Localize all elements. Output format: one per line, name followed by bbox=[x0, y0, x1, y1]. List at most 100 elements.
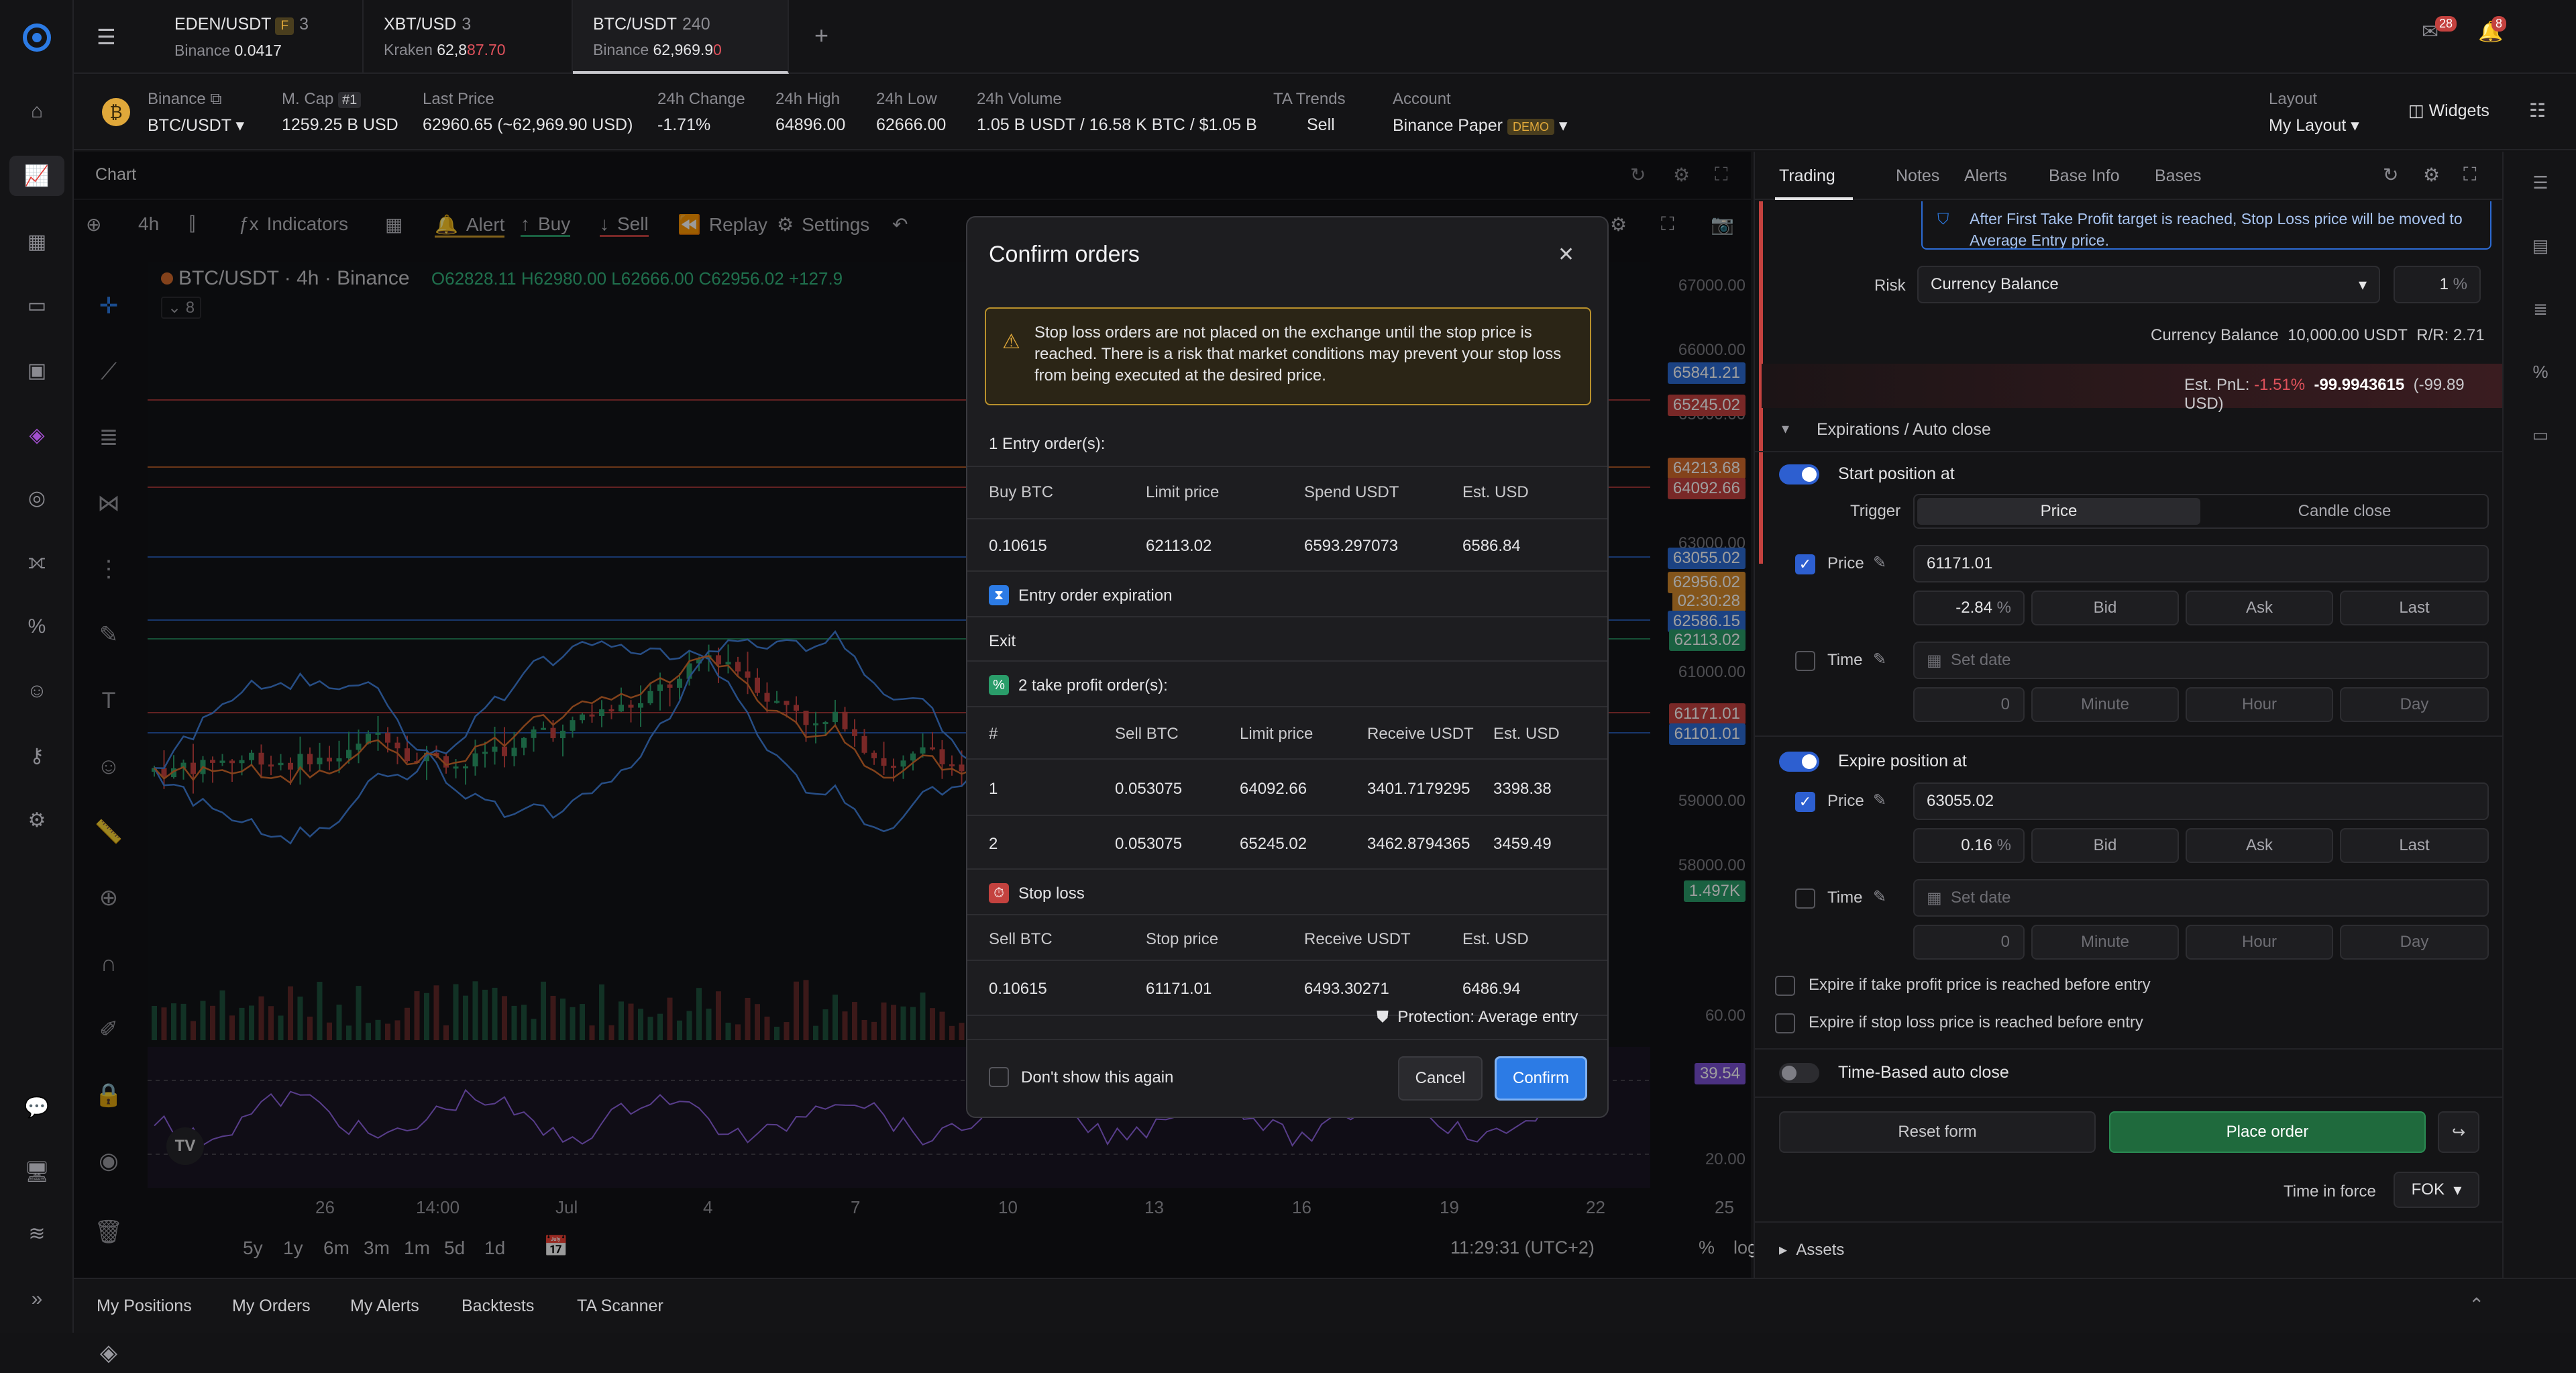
cancel-button[interactable]: Cancel bbox=[1398, 1056, 1483, 1101]
bot-icon[interactable]: ◈ bbox=[0, 415, 74, 455]
expire-minute-button[interactable]: Minute bbox=[2031, 925, 2179, 960]
layout-selector[interactable]: Layout My Layout ▾ bbox=[2269, 90, 2359, 136]
layers-icon[interactable]: ◈ bbox=[89, 1333, 129, 1373]
strategy-icon[interactable]: ⟗ bbox=[0, 542, 74, 582]
start-price-input[interactable]: 61171.01 bbox=[1913, 545, 2489, 582]
confirm-button[interactable]: Confirm bbox=[1495, 1056, 1587, 1101]
place-order-button[interactable]: Place order bbox=[2109, 1111, 2426, 1153]
expire-day-button[interactable]: Day bbox=[2340, 925, 2489, 960]
tab-exchange: Kraken bbox=[384, 41, 433, 58]
grid-icon[interactable]: ▦ bbox=[0, 221, 74, 262]
wallet-icon[interactable]: ▣ bbox=[0, 350, 74, 391]
start-offset-input[interactable]: 0 bbox=[1913, 687, 2025, 722]
start-hour-button[interactable]: Hour bbox=[2186, 687, 2333, 722]
ta-trends[interactable]: TA Trends Sell bbox=[1273, 90, 1346, 135]
add-tab-icon[interactable]: + bbox=[814, 21, 828, 50]
time-in-force-select[interactable]: FOK ▾ bbox=[2394, 1172, 2479, 1208]
home-icon[interactable]: ⌂ bbox=[0, 91, 74, 132]
tab-alerts[interactable]: Alerts bbox=[1964, 166, 2007, 186]
tab-eden-usdt[interactable]: EDEN/USDT F 3 Binance 0.0417 bbox=[154, 0, 364, 74]
symbol-selector[interactable]: Binance ⧉ BTC/USDT ▾ bbox=[148, 90, 244, 136]
percent-icon[interactable]: % bbox=[0, 607, 74, 647]
risk-select[interactable]: Currency Balance ▾ bbox=[1917, 266, 2380, 303]
tab-my-alerts[interactable]: My Alerts bbox=[350, 1296, 419, 1316]
edit-icon[interactable]: ✎ bbox=[1873, 553, 1886, 572]
time-auto-close-toggle[interactable] bbox=[1779, 1063, 1819, 1083]
settings-icon[interactable]: ⚙ bbox=[0, 800, 74, 840]
widgets-button[interactable]: ◫ Widgets bbox=[2408, 101, 2489, 121]
start-day-button[interactable]: Day bbox=[2340, 687, 2489, 722]
monitor-icon[interactable]: ▭ bbox=[0, 285, 74, 325]
expire-bid-button[interactable]: Bid bbox=[2031, 828, 2179, 863]
refresh-icon[interactable]: ↻ bbox=[2383, 164, 2398, 186]
list-icon[interactable]: ☰ bbox=[2504, 162, 2576, 203]
start-percent-input[interactable]: -2.84 % bbox=[1913, 591, 2025, 625]
account-selector[interactable]: Account Binance Paper DEMO ▾ bbox=[1393, 90, 1567, 136]
messages-icon[interactable]: ✉ 28 bbox=[2422, 16, 2457, 44]
expire-position-toggle[interactable] bbox=[1779, 752, 1819, 772]
key-icon[interactable]: ⚷ bbox=[0, 735, 74, 776]
risk-percent-input[interactable]: 1 % bbox=[2394, 266, 2481, 303]
external-link-icon[interactable]: ⧉ bbox=[210, 90, 221, 108]
tab-my-orders[interactable]: My Orders bbox=[232, 1296, 311, 1316]
menu-icon[interactable]: ☰ bbox=[97, 24, 116, 50]
tab-notes[interactable]: Notes bbox=[1896, 166, 1939, 186]
expire-price-checkbox[interactable]: ✓ bbox=[1795, 792, 1815, 812]
expire-tp-checkbox[interactable] bbox=[1775, 976, 1795, 996]
trigger-price-option[interactable]: Price bbox=[1917, 498, 2200, 525]
trigger-candle-option[interactable]: Candle close bbox=[2203, 498, 2486, 525]
gear-icon[interactable]: ⚙ bbox=[2423, 164, 2440, 186]
expire-percent-input[interactable]: 0.16 % bbox=[1913, 828, 2025, 863]
assets-section-header[interactable]: ▸ Assets bbox=[1779, 1240, 1844, 1260]
share-icon[interactable]: ↪ bbox=[2438, 1111, 2479, 1153]
start-price-checkbox[interactable]: ✓ bbox=[1795, 554, 1815, 574]
start-last-button[interactable]: Last bbox=[2340, 591, 2489, 625]
expire-last-button[interactable]: Last bbox=[2340, 828, 2489, 863]
start-ask-button[interactable]: Ask bbox=[2186, 591, 2333, 625]
orderbook-icon[interactable]: ≣ bbox=[2504, 289, 2576, 329]
edit-icon[interactable]: ✎ bbox=[1873, 650, 1886, 669]
dont-show-checkbox[interactable] bbox=[989, 1067, 1009, 1087]
expire-time-checkbox[interactable] bbox=[1795, 888, 1815, 909]
expire-date-input[interactable]: ▦ Set date bbox=[1913, 879, 2489, 917]
collapse-up-icon[interactable]: ⌃ bbox=[2469, 1294, 2484, 1316]
reset-form-button[interactable]: Reset form bbox=[1779, 1111, 2096, 1153]
tab-base-info[interactable]: Base Info bbox=[2049, 166, 2120, 186]
percent-icon[interactable]: % bbox=[2504, 352, 2576, 392]
expire-sl-checkbox[interactable] bbox=[1775, 1013, 1795, 1033]
sliders-icon[interactable]: ☷ bbox=[2529, 99, 2546, 121]
chat-icon[interactable]: 💬 bbox=[0, 1087, 74, 1127]
expire-price-input[interactable]: 63055.02 bbox=[1913, 782, 2489, 820]
entry-order-row: 0.10615 62113.02 6593.297073 6586.84 bbox=[967, 521, 1607, 572]
expire-offset-input[interactable]: 0 bbox=[1913, 925, 2025, 960]
compass-icon[interactable]: ◎ bbox=[0, 478, 74, 518]
tab-xbt-usd[interactable]: XBT/USD 3 Kraken 62,887.70 bbox=[364, 0, 573, 74]
tab-trading[interactable]: Trading bbox=[1779, 166, 1835, 186]
trigger-segmented: Price Candle close bbox=[1913, 494, 2489, 529]
expire-hour-button[interactable]: Hour bbox=[2186, 925, 2333, 960]
chat-icon[interactable]: ▭ bbox=[2504, 415, 2576, 455]
expand-icon[interactable]: » bbox=[0, 1279, 74, 1319]
start-position-toggle[interactable] bbox=[1779, 464, 1819, 485]
tab-btc-usdt[interactable]: BTC/USDT 240 Binance 62,969.90 bbox=[573, 0, 789, 74]
tab-ta-scanner[interactable]: TA Scanner bbox=[577, 1296, 663, 1316]
tab-bases[interactable]: Bases bbox=[2155, 166, 2201, 186]
app-logo-icon[interactable] bbox=[0, 17, 74, 58]
start-date-input[interactable]: ▦ Set date bbox=[1913, 642, 2489, 679]
start-bid-button[interactable]: Bid bbox=[2031, 591, 2179, 625]
bell-icon[interactable]: 🔔 8 bbox=[2478, 16, 2507, 44]
start-time-checkbox[interactable] bbox=[1795, 651, 1815, 671]
expirations-section-header[interactable]: ▾ Expirations / Auto close bbox=[1755, 409, 2502, 452]
fullscreen-icon[interactable]: ⛶ bbox=[2463, 164, 2477, 186]
expire-ask-button[interactable]: Ask bbox=[2186, 828, 2333, 863]
user-icon[interactable]: ☺ bbox=[0, 671, 74, 711]
chart-icon[interactable]: 📈 bbox=[9, 156, 64, 196]
edit-icon[interactable]: ✎ bbox=[1873, 887, 1886, 907]
tab-my-positions[interactable]: My Positions bbox=[97, 1296, 192, 1316]
book-icon[interactable]: ▤ bbox=[2504, 225, 2576, 266]
desktop-icon[interactable]: 🖥 bbox=[0, 1152, 74, 1192]
edit-icon[interactable]: ✎ bbox=[1873, 791, 1886, 810]
close-icon[interactable]: ✕ bbox=[1558, 243, 1574, 266]
tab-backtests[interactable]: Backtests bbox=[462, 1296, 534, 1316]
start-minute-button[interactable]: Minute bbox=[2031, 687, 2179, 722]
